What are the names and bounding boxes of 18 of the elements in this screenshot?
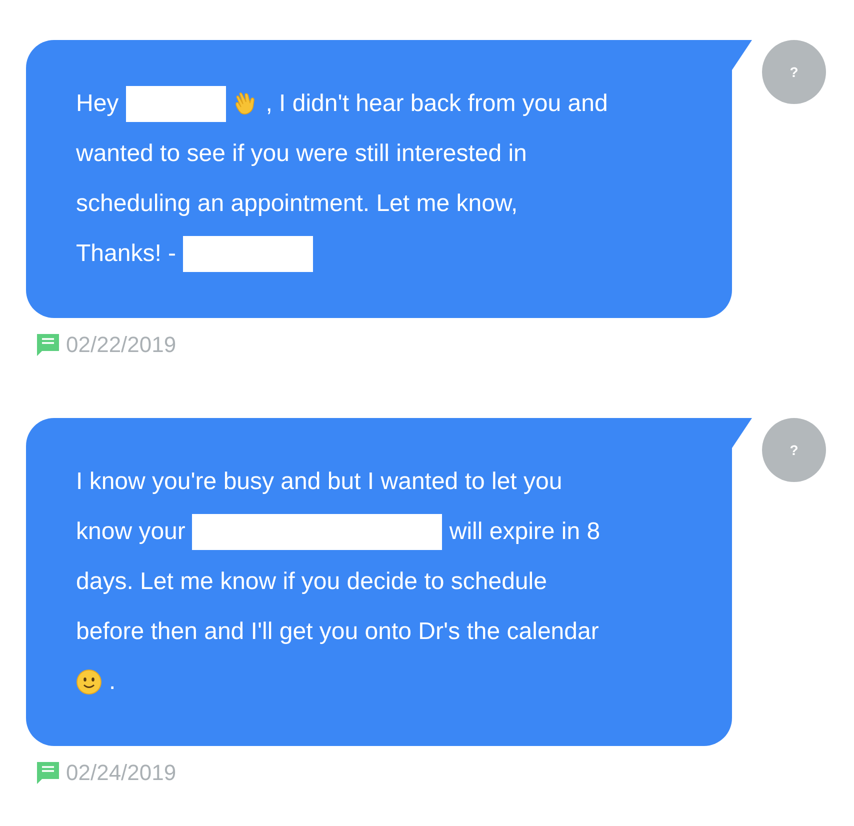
message-text: , I didn't hear back from you and (266, 90, 608, 118)
message-text: before then and I'll get you onto Dr's the calendar (76, 618, 599, 646)
message-text: will expire in 8 (449, 518, 600, 546)
message-text: scheduling an appointment. Let me know, (76, 190, 518, 218)
message-text: days. Let me know if you decide to schedule (76, 568, 547, 596)
message-text: know your (76, 518, 186, 546)
avatar: ? (762, 40, 826, 104)
smiley-icon (76, 669, 102, 695)
message-text: . (109, 668, 116, 696)
avatar: ? (762, 418, 826, 482)
message-text: wanted to see if you were still interested in (76, 140, 527, 168)
message-icon (36, 761, 60, 785)
message-text: I know you're busy and but I wanted to let you (76, 468, 562, 496)
message-text: Hey (76, 90, 119, 118)
message-icon (36, 333, 60, 357)
message-date: 02/22/2019 (66, 332, 176, 358)
message-text: Thanks! - (76, 240, 176, 268)
message-date: 02/24/2019 (66, 760, 176, 786)
